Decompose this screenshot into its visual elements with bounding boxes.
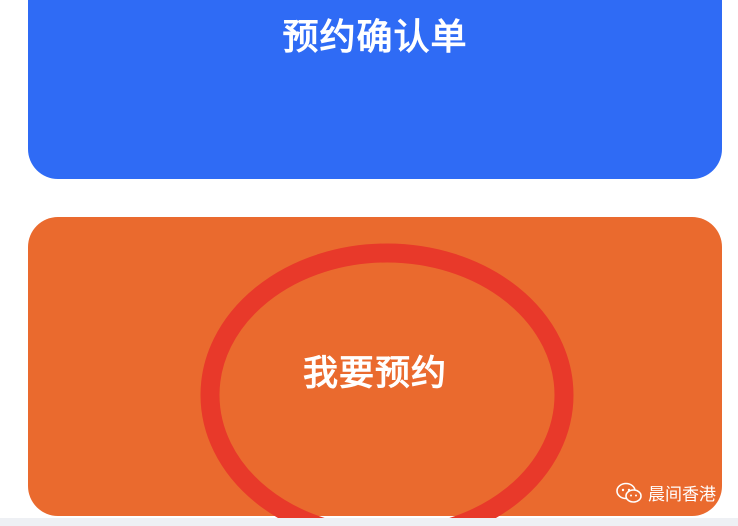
make-reservation-label: 我要预约 — [302, 354, 447, 394]
booking-confirmation-button[interactable]: 预约确认单 — [28, 0, 722, 179]
watermark-text: 晨间香港 — [648, 485, 716, 505]
booking-confirmation-label: 预约确认单 — [282, 17, 468, 58]
make-reservation-button[interactable]: 我要预约 — [28, 217, 722, 516]
account-watermark: 晨间香港 — [616, 480, 716, 505]
bottom-divider — [0, 518, 738, 526]
wechat-icon — [616, 482, 642, 503]
